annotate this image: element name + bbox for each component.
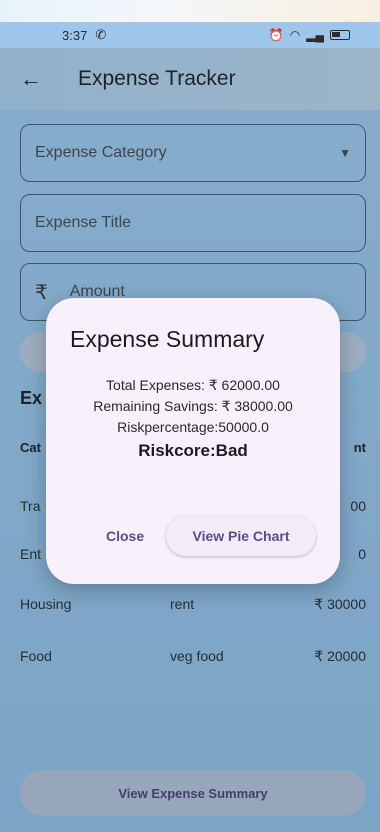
battery-icon <box>330 30 350 40</box>
top-background-band <box>0 0 380 22</box>
status-time: 3:37 <box>62 27 88 43</box>
alarm-icon: ⏰ <box>268 28 284 42</box>
total-expenses-text: Total Expenses: ₹ 62000.00 <box>106 377 280 393</box>
risk-percentage-text: Riskpercentage:50000.0 <box>117 419 269 435</box>
risk-score-text: Riskcore:Bad <box>138 441 248 460</box>
close-button[interactable]: Close <box>106 528 144 544</box>
remaining-savings-text: Remaining Savings: ₹ 38000.00 <box>93 398 293 414</box>
wifi-icon: ◠ <box>289 28 301 42</box>
view-pie-chart-button[interactable]: View Pie Chart <box>166 516 316 556</box>
view-pie-chart-label: View Pie Chart <box>192 528 290 544</box>
status-bar: 3:37 ✆ ⏰ ◠ ▂▄ <box>0 22 380 48</box>
dialog-title: Expense Summary <box>70 326 265 352</box>
signal-icon: ▂▄ <box>306 28 324 42</box>
expense-summary-dialog: Expense Summary Total Expenses: ₹ 62000.… <box>46 298 340 584</box>
whatsapp-icon: ✆ <box>95 27 107 42</box>
